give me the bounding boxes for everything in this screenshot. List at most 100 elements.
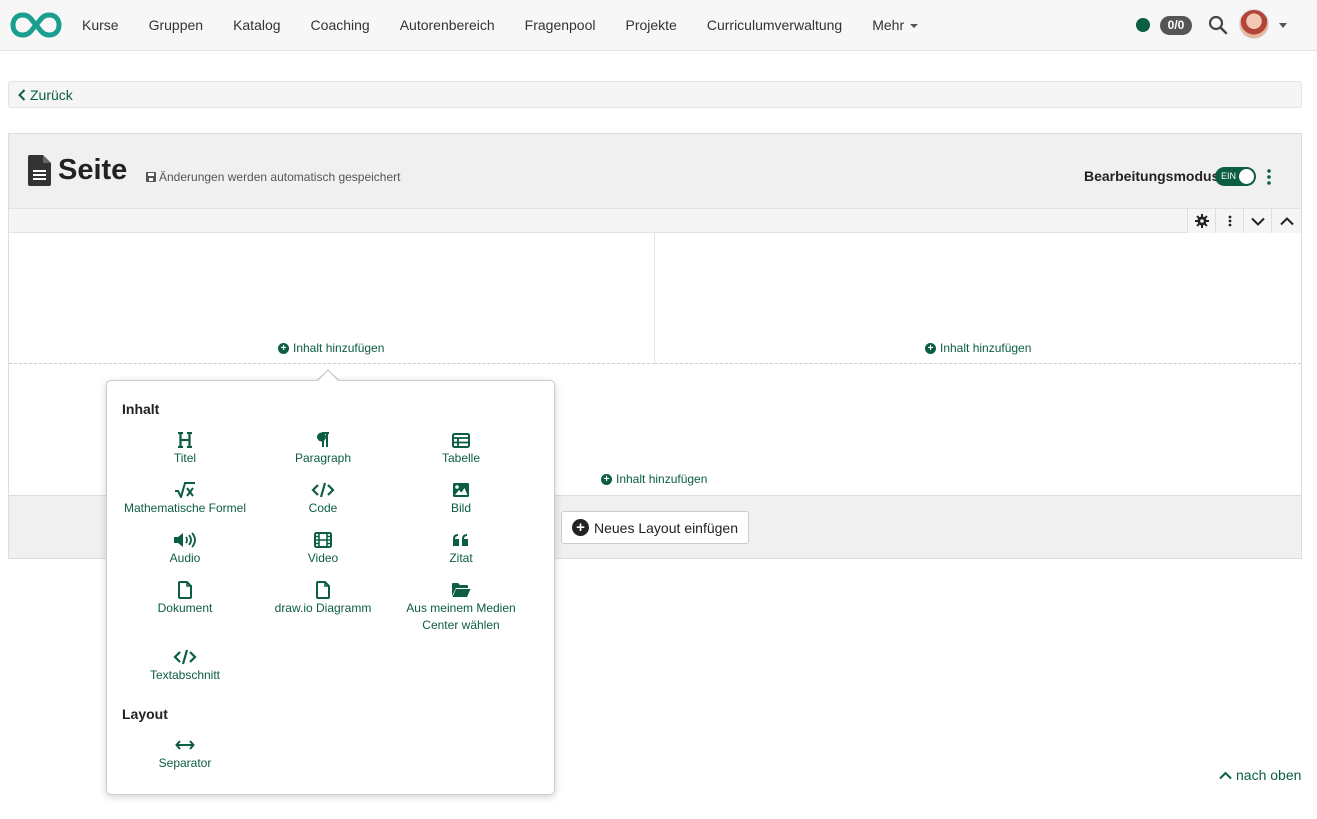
save-icon: [146, 172, 156, 182]
page-title: Seite: [58, 154, 128, 186]
add-content-link[interactable]: + Inhalt hinzufügen: [278, 341, 384, 355]
count-badge[interactable]: 0/0: [1160, 16, 1192, 35]
add-content-label: Inhalt hinzufügen: [940, 341, 1032, 355]
video-icon: [314, 532, 332, 548]
section-title-layout: Layout: [122, 706, 168, 722]
more-vertical-icon[interactable]: [1264, 167, 1274, 187]
item-label: Code: [308, 501, 338, 515]
move-up-button[interactable]: [1271, 209, 1301, 233]
nav-kurse[interactable]: Kurse: [82, 17, 119, 33]
top-navbar: Kurse Gruppen Katalog Coaching Autorenbe…: [0, 0, 1317, 51]
section-title-content: Inhalt: [122, 401, 160, 417]
quote-icon: [453, 534, 468, 546]
item-label: Textabschnitt: [149, 668, 221, 682]
add-title-item[interactable]: Titel: [116, 430, 254, 467]
nav-gruppen[interactable]: Gruppen: [149, 17, 203, 33]
nav-mehr-label: Mehr: [872, 17, 905, 33]
nav-mehr-dropdown[interactable]: Mehr: [872, 17, 919, 33]
avatar[interactable]: [1239, 9, 1269, 39]
code-icon: [311, 482, 335, 498]
add-paragraph-item[interactable]: Paragraph: [254, 430, 392, 467]
item-label: Paragraph: [294, 451, 352, 465]
layout-more-button[interactable]: [1215, 209, 1243, 233]
plus-circle-icon: +: [925, 342, 936, 354]
more-vertical-icon: [1228, 215, 1231, 227]
math-formula-icon: [175, 482, 195, 498]
layout-cell-left: + Inhalt hinzufügen: [9, 233, 655, 364]
back-link-label: Zurück: [30, 87, 73, 103]
page-header: Seite Änderungen werden automatisch gesp…: [9, 134, 1301, 208]
edit-mode-label: Bearbeitungsmodus: [1084, 168, 1220, 184]
item-label: Audio: [169, 551, 201, 565]
edit-mode-toggle[interactable]: EIN: [1215, 167, 1256, 186]
item-label: Separator: [158, 756, 212, 770]
autosave-note: Änderungen werden automatisch gespeicher…: [146, 170, 401, 184]
plus-circle-icon: +: [601, 473, 612, 485]
item-label: Titel: [173, 451, 197, 465]
add-table-item[interactable]: Tabelle: [392, 430, 530, 467]
item-label: draw.io Diagramm: [274, 601, 372, 615]
chevron-down-icon: [1250, 217, 1265, 226]
nav-curriculumverwaltung[interactable]: Curriculumverwaltung: [707, 17, 842, 33]
add-content-link[interactable]: + Inhalt hinzufügen: [925, 341, 1031, 355]
add-quote-item[interactable]: Zitat: [392, 530, 530, 567]
add-document-item[interactable]: Dokument: [116, 580, 254, 617]
plus-circle-icon: +: [278, 342, 289, 354]
drawio-icon: [316, 581, 330, 599]
file-text-icon: [28, 155, 51, 186]
plus-circle-icon: +: [572, 519, 589, 536]
add-drawio-item[interactable]: draw.io Diagramm: [254, 580, 392, 617]
move-down-button[interactable]: [1243, 209, 1271, 233]
openolat-logo[interactable]: [10, 12, 62, 38]
paragraph-icon: [317, 432, 329, 447]
toggle-state-text: EIN: [1221, 171, 1237, 181]
nav-projekte[interactable]: Projekte: [625, 17, 676, 33]
gear-icon: [1194, 214, 1209, 228]
item-label: Mathematische Formel: [123, 501, 247, 515]
add-content-label: Inhalt hinzufügen: [616, 472, 708, 486]
online-status-icon[interactable]: [1136, 18, 1150, 32]
image-icon: [453, 483, 469, 497]
item-label: Tabelle: [441, 451, 481, 465]
settings-button[interactable]: [1187, 209, 1215, 233]
layout-toolbar: [9, 208, 1301, 233]
new-layout-button[interactable]: + Neues Layout einfügen: [561, 511, 749, 544]
item-label: Bild: [450, 501, 471, 515]
item-label: Zitat: [449, 551, 473, 565]
add-image-item[interactable]: Bild: [392, 480, 530, 517]
nav-fragenpool[interactable]: Fragenpool: [525, 17, 596, 33]
nav-katalog[interactable]: Katalog: [233, 17, 280, 33]
add-math-formula-item[interactable]: Mathematische Formel: [116, 480, 254, 517]
folder-open-icon: [452, 583, 471, 597]
item-label: Video: [307, 551, 339, 565]
new-layout-label: Neues Layout einfügen: [594, 519, 738, 536]
caret-down-icon: [910, 24, 919, 29]
chevron-up-icon: [1219, 771, 1232, 779]
back-link[interactable]: Zurück: [18, 87, 73, 103]
add-media-center-item[interactable]: Aus meinem Medien Center wählen: [392, 580, 530, 634]
audio-icon: [174, 532, 196, 548]
separator-icon: [175, 740, 195, 750]
add-video-item[interactable]: Video: [254, 530, 392, 567]
layout-cell-right: + Inhalt hinzufügen: [655, 233, 1301, 364]
autosave-text: Änderungen werden automatisch gespeicher…: [159, 170, 401, 184]
nav-autorenbereich[interactable]: Autorenbereich: [400, 17, 495, 33]
add-audio-item[interactable]: Audio: [116, 530, 254, 567]
item-label: Dokument: [157, 601, 213, 615]
add-content-popover: Inhalt Titel Paragraph Tabelle Mathemati…: [106, 380, 555, 795]
add-content-link[interactable]: + Inhalt hinzufügen: [601, 472, 707, 486]
nav-coaching[interactable]: Coaching: [311, 17, 370, 33]
user-menu-caret-icon[interactable]: [1279, 23, 1287, 28]
add-separator-item[interactable]: Separator: [116, 735, 254, 772]
search-icon[interactable]: [1208, 15, 1228, 35]
document-icon: [178, 581, 192, 599]
add-text-section-item[interactable]: Textabschnitt: [116, 647, 254, 684]
chevron-left-icon: [18, 89, 26, 101]
chevron-up-icon: [1279, 216, 1294, 225]
add-content-label: Inhalt hinzufügen: [293, 341, 385, 355]
back-to-top-link[interactable]: nach oben: [1219, 767, 1301, 783]
back-to-top-label: nach oben: [1236, 767, 1302, 783]
add-code-item[interactable]: Code: [254, 480, 392, 517]
heading-icon: [178, 432, 192, 448]
code-icon: [173, 649, 197, 665]
